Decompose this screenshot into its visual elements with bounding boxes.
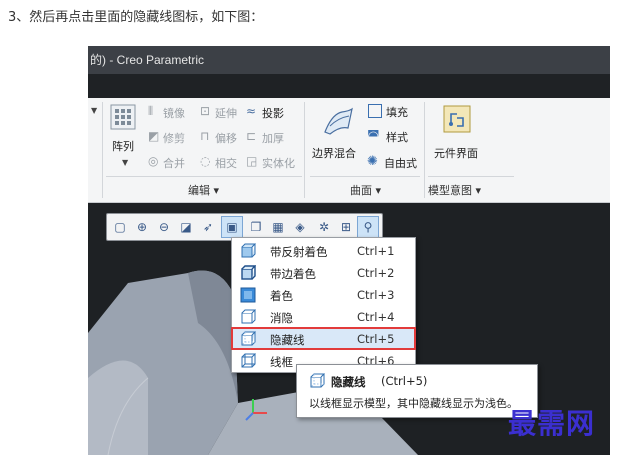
spin-center-icon[interactable]: ⚲ [357, 216, 379, 238]
menu-item-shading-reflections[interactable]: 带反射着色 Ctrl+1 [232, 240, 415, 261]
ribbon-divider [102, 102, 103, 198]
shading-icon [240, 287, 256, 303]
merge-button[interactable]: 合并 [163, 155, 185, 171]
pattern-button[interactable]: 阵列 [112, 138, 134, 154]
watermark: 最需网 [508, 407, 596, 440]
zoom-out-icon[interactable]: ⊖ [154, 217, 174, 237]
menu-item-no-hidden[interactable]: 消隐 Ctrl+4 [232, 306, 415, 327]
solidify-button[interactable]: 实体化 [262, 155, 295, 171]
ribbon-group-divider [310, 176, 420, 177]
menu-item-shortcut: Ctrl+5 [357, 332, 395, 346]
refit-icon[interactable]: ▢ [110, 217, 130, 237]
coordinate-axes-icon [245, 399, 267, 421]
freestyle-button[interactable]: 自由式 [384, 155, 417, 171]
shading-edges-icon [241, 265, 256, 280]
window-title: 的) - Creo Parametric [88, 46, 610, 74]
ribbon: ▼ 阵列 ▼ ⫴ 镜像 ⊡ 延伸 ≈ 投影 ◩ 修剪 ⊓ 偏移 ⊏ 加厚 ◎ 合… [88, 98, 610, 203]
perspective-icon[interactable]: ◈ [290, 217, 310, 237]
project-button[interactable]: 投影 [262, 105, 284, 121]
tooltip-description: 以线框显示模型，其中隐藏线显示为浅色。 [309, 397, 518, 410]
menu-item-shortcut: Ctrl+3 [357, 288, 395, 302]
hidden-line-icon [310, 373, 325, 388]
creo-screenshot: 的) - Creo Parametric ▼ 阵列 ▼ ⫴ 镜像 ⊡ 延伸 ≈ … [88, 46, 610, 455]
fill-button[interactable]: 填充 [386, 104, 408, 120]
component-interface-icon[interactable] [442, 104, 472, 134]
thicken-icon: ⊏ [246, 129, 257, 143]
tab-strip [88, 74, 610, 98]
menu-item-shortcut: Ctrl+4 [357, 310, 395, 324]
no-hidden-icon [241, 309, 256, 324]
tooltip-title: 隐藏线 [331, 375, 366, 389]
surface-group-label[interactable]: 曲面 ▾ [350, 182, 381, 198]
model-intent-group-label[interactable]: 模型意图 ▾ [428, 182, 481, 198]
mirror-icon: ⫴ [148, 104, 154, 118]
annotation-display-icon[interactable]: ⊞ [336, 217, 356, 237]
ribbon-divider [424, 102, 425, 198]
menu-item-label: 消隐 [270, 311, 293, 325]
hidden-line-icon [241, 331, 256, 346]
component-interface-button[interactable]: 元件界面 [434, 145, 478, 161]
menu-item-shading[interactable]: 着色 Ctrl+3 [232, 284, 415, 305]
dropdown-arrow-icon[interactable]: ▼ [91, 106, 97, 115]
trim-button[interactable]: 修剪 [163, 130, 185, 146]
boundary-blend-icon[interactable] [322, 106, 354, 136]
shading-reflections-icon [241, 243, 256, 258]
boundary-blend-button[interactable]: 边界混合 [312, 145, 356, 161]
menu-item-label: 隐藏线 [270, 333, 305, 347]
menu-item-label: 线框 [270, 355, 293, 369]
display-style-menu: 带反射着色 Ctrl+1 带边着色 Ctrl+2 着色 Ctrl+3 消隐 Ct… [231, 237, 416, 373]
offset-button[interactable]: 偏移 [215, 130, 237, 146]
zoom-in-icon[interactable]: ⊕ [132, 217, 152, 237]
offset-icon: ⊓ [200, 129, 210, 143]
saved-views-icon[interactable]: ▦ [268, 217, 288, 237]
view-manager-icon[interactable]: ❐ [246, 217, 266, 237]
ribbon-group-divider [106, 176, 302, 177]
style-button[interactable]: 样式 [386, 129, 408, 145]
ribbon-group-divider [428, 176, 514, 177]
pattern-dropdown-icon[interactable]: ▼ [122, 158, 128, 167]
project-icon: ≈ [246, 104, 257, 118]
extend-icon: ⊡ [200, 104, 211, 118]
wireframe-icon [241, 353, 256, 368]
trim-icon: ◩ [148, 129, 160, 143]
mirror-button[interactable]: 镜像 [163, 105, 185, 121]
menu-item-label: 带边着色 [270, 267, 316, 281]
style-icon: ◚ [367, 129, 380, 144]
merge-icon: ◎ [148, 154, 159, 168]
intersect-button[interactable]: 相交 [215, 155, 237, 171]
ribbon-divider [304, 102, 305, 198]
menu-item-label: 带反射着色 [270, 245, 328, 259]
fill-icon [368, 104, 382, 118]
menu-item-hidden-line[interactable]: 隐藏线 Ctrl+5 [231, 327, 416, 350]
display-style-icon[interactable]: ▣ [221, 216, 243, 238]
edit-group-label[interactable]: 编辑 ▾ [188, 182, 219, 198]
solidify-icon: ◲ [246, 154, 258, 168]
pattern-icon[interactable] [110, 104, 136, 130]
step-instruction: 3、然后再点击里面的隐藏线图标，如下图： [8, 10, 264, 25]
menu-item-shortcut: Ctrl+1 [357, 244, 395, 258]
hidden-line-tooltip: 隐藏线 (Ctrl+5) 以线框显示模型，其中隐藏线显示为浅色。 [296, 364, 538, 418]
extend-button[interactable]: 延伸 [215, 105, 237, 121]
freestyle-icon: ✺ [367, 154, 378, 169]
thicken-button[interactable]: 加厚 [262, 130, 284, 146]
tooltip-shortcut: (Ctrl+5) [381, 374, 428, 388]
reorient-icon[interactable]: ➶ [198, 217, 218, 237]
menu-item-shortcut: Ctrl+2 [357, 266, 395, 280]
intersect-icon: ◌ [200, 154, 211, 168]
repaint-icon[interactable]: ◪ [176, 217, 196, 237]
menu-item-shading-edges[interactable]: 带边着色 Ctrl+2 [232, 262, 415, 283]
menu-item-label: 着色 [270, 289, 293, 303]
datum-display-icon[interactable]: ✲ [314, 217, 334, 237]
